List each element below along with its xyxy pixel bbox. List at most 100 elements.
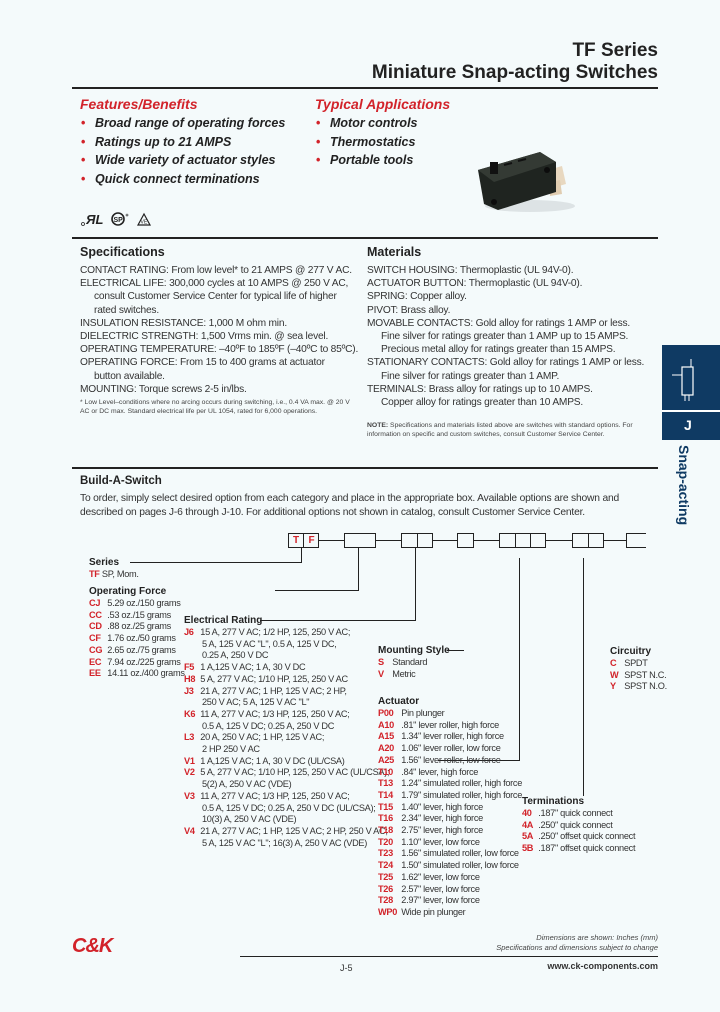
option-item: W SPST N.C.	[610, 669, 667, 680]
option-item: V1 1 A,125 V AC; 1 A, 30 V DC (UL/CSA)	[184, 755, 345, 766]
spec-line: DIELECTRIC STRENGTH: 1,500 Vrms min. @ s…	[80, 331, 329, 343]
build-heading: Build-A-Switch	[80, 475, 162, 487]
spec-line: button available.	[94, 370, 165, 382]
materials-note: NOTE: Specifications and materials liste…	[367, 421, 657, 439]
terminations-box[interactable]	[626, 533, 646, 548]
option-item: T18 2.75" lever, high force	[378, 825, 483, 836]
terminations-options: 40 .187" quick connect 4A .250" quick co…	[522, 808, 636, 855]
option-item: T13 1.24" simulated roller, high force	[378, 778, 523, 789]
option-item: CC .53 oz./15 grams	[89, 609, 171, 620]
terminations-heading: Terminations	[522, 796, 585, 807]
applications-list: • Motor controls • Thermostatics • Portable…	[315, 114, 418, 170]
option-item: T28 2.97" lever, low force	[378, 895, 480, 906]
mounting-style-box[interactable]	[457, 533, 474, 548]
features-heading: Features/Benefits	[80, 96, 198, 112]
electrical-rating-box[interactable]	[401, 533, 433, 548]
circuitry-options: C SPDT W SPST N.C. Y SPST N.O.	[610, 658, 667, 693]
section-divider	[72, 467, 658, 469]
specs-change-note: Specifications and dimensions subject to…	[496, 943, 658, 952]
option-item: T15 1.40" lever, high force	[378, 801, 483, 812]
material-line: MOVABLE CONTACTS: Gold alloy for ratings…	[367, 317, 631, 329]
option-item: V4 21 A, 277 V AC; 1 HP, 125 V AC; 2 HP,…	[184, 825, 388, 848]
series-title: TF Series	[572, 40, 658, 61]
applications-heading: Typical Applications	[315, 96, 451, 112]
actuator-heading: Actuator	[378, 696, 420, 707]
option-item: 5A .250" offset quick connect	[522, 831, 636, 842]
option-item: F5 1 A,125 V AC; 1 A, 30 V DC	[184, 662, 306, 673]
circuitry-heading: Circuitry	[610, 646, 652, 657]
option-item: K6 11 A, 277 V AC; 1/3 HP, 125, 250 V AC…	[184, 708, 350, 731]
vde-icon: VE	[136, 212, 152, 226]
feature-item: • Quick connect terminations	[81, 171, 260, 186]
option-item: CJ 5.29 oz./150 grams	[89, 598, 181, 608]
option-item: CG 2.65 oz./75 grams	[89, 644, 176, 655]
material-line: TERMINALS: Brass alloy for ratings up to…	[367, 383, 593, 395]
material-line: SPRING: Copper alloy.	[367, 291, 467, 303]
option-item: 5B .187" offset quick connect	[522, 843, 636, 854]
build-intro: To order, simply select desired option f…	[80, 493, 620, 518]
note-label: NOTE:	[367, 422, 389, 429]
material-line: ACTUATOR BUTTON: Thermoplastic (UL 94V-0…	[367, 278, 583, 290]
features-list: • Broad range of operating forces • Rating…	[80, 114, 285, 188]
spec-line: OPERATING FORCE: From 15 to 400 grams at…	[80, 357, 325, 369]
option-item: EE 14.11 oz./400 grams	[89, 668, 185, 679]
option-item: V Metric	[378, 668, 416, 679]
option-item: V3 11 A, 277 V AC; 1/3 HP, 125, 250 V AC…	[184, 790, 376, 825]
footer-notes: Dimensions are shown: Inches (mm) Specif…	[420, 933, 658, 953]
svg-text:ЯL: ЯL	[85, 212, 103, 227]
spec-line: INSULATION RESISTANCE: 1,000 M ohm min.	[80, 317, 287, 329]
spec-line: OPERATING TEMPERATURE: –40ºF to 185ºF (–…	[80, 344, 359, 356]
option-item: S Standard	[378, 657, 428, 667]
footer-divider	[240, 956, 658, 957]
feature-item: • Broad range of operating forces	[81, 116, 286, 130]
option-item: P00 Pin plunger	[378, 708, 445, 718]
option-item: H8 5 A, 277 V AC; 1/10 HP, 125, 250 V AC	[184, 673, 348, 684]
option-item: V2 5 A, 277 V AC; 1/10 HP, 125, 250 V AC…	[184, 767, 390, 790]
option-item: 40 .187" quick connect	[522, 808, 613, 818]
svg-text:VE: VE	[141, 220, 148, 226]
actuator-options: P00 Pin plunger A10 .81" lever roller, h…	[378, 708, 522, 919]
ul-recognized-icon: ЯL	[81, 212, 103, 227]
csa-icon: SP	[111, 212, 129, 226]
option-item: T16 2.34" lever, high force	[378, 813, 483, 824]
electrical-rating-options: J6 15 A, 277 V AC; 1/2 HP, 125, 250 V AC…	[184, 627, 390, 849]
website-link[interactable]: www.ck-components.com	[470, 961, 658, 971]
materials-heading: Materials	[367, 245, 422, 259]
material-line: Precious metal alloy for ratings greater…	[381, 344, 616, 356]
option-item: T24 1.50" simulated roller, low force	[378, 860, 519, 871]
application-item: • Thermostatics	[316, 134, 416, 149]
option-item: Y SPST N.O.	[610, 681, 667, 692]
option-item: J6 15 A, 277 V AC; 1/2 HP, 125, 250 V AC…	[184, 627, 351, 661]
feature-item: • Wide variety of actuator styles	[81, 153, 276, 167]
specifications-footnote: * Low Level–conditions where no arcing o…	[80, 399, 350, 415]
option-item: J3 21 A, 277 V AC; 1 HP, 125 V AC; 2 HP,…	[184, 685, 347, 708]
option-item: T20 1.10" lever, low force	[378, 836, 480, 847]
option-item: A20 1.06" lever roller, low force	[378, 743, 501, 754]
material-line: PIVOT: Brass alloy.	[367, 304, 451, 316]
page-number: J-5	[340, 963, 353, 973]
option-item: T14 1.79" simulated roller, high force	[378, 789, 523, 800]
application-item: • Portable tools	[316, 153, 414, 167]
section-letter-tab[interactable]: J	[662, 410, 720, 440]
section-divider	[72, 237, 658, 239]
prefix-t: T	[289, 534, 304, 547]
specifications-heading: Specifications	[80, 245, 165, 259]
prefix-box: T F	[288, 533, 319, 548]
operating-force-box[interactable]	[344, 533, 376, 548]
spec-line: consult Customer Service Center for typi…	[94, 291, 337, 303]
option-item: CD .88 oz./25 grams	[89, 621, 171, 632]
option-item: C SPDT	[610, 658, 648, 668]
option-item: T25 1.62" lever, low force	[378, 871, 480, 882]
section-letter: J	[684, 417, 692, 433]
actuator-box[interactable]	[499, 533, 546, 548]
certification-marks: ЯL SP VE	[80, 210, 170, 228]
option-item: T23 1.56" simulated roller, low force	[378, 848, 519, 859]
mounting-style-heading: Mounting Style	[378, 645, 450, 656]
circuitry-box[interactable]	[572, 533, 604, 548]
material-line: Fine silver for ratings greater than 1 A…	[381, 370, 560, 382]
electrical-rating-heading: Electrical Rating	[184, 615, 263, 626]
option-item: WP0 Wide pin plunger	[378, 906, 466, 917]
section-label: Snap-acting	[676, 445, 692, 526]
spec-line: CONTACT RATING: From low level* to 21 AM…	[80, 265, 352, 276]
operating-force-heading: Operating Force	[89, 586, 167, 597]
